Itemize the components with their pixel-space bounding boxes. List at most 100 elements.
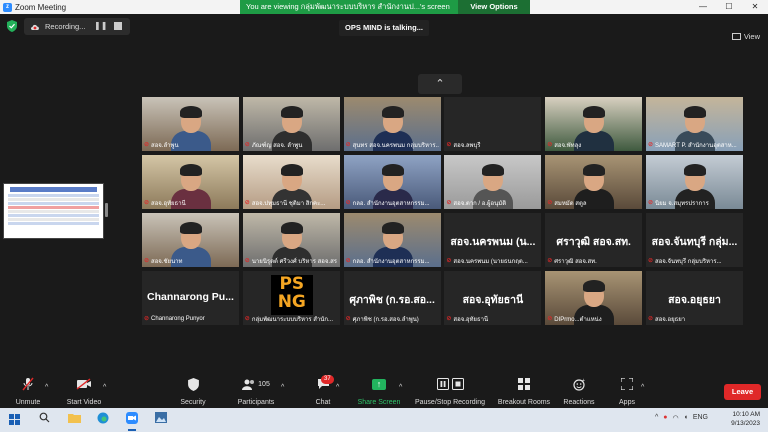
stop-recording-icon[interactable] — [114, 22, 122, 30]
security-button[interactable]: Security — [175, 376, 211, 406]
participant-tile[interactable]: ⊘ กลอ. สำนักงานอุตสาหกรรม... — [343, 155, 441, 209]
participant-tile[interactable]: PS NG ⊘ กลุ่มพัฒนาระบบบริหาร สำนัก... — [242, 271, 340, 325]
participant-tile[interactable]: ⊘ สมหมัด สตูล — [545, 155, 643, 209]
muted-mic-icon: ⊘ — [345, 258, 351, 264]
participant-name-label: ⊘ สมหมัด สตูล — [547, 198, 640, 207]
participant-tile[interactable]: ⊘ นิยม จ.สมุทรปราการ — [646, 155, 743, 209]
participant-name: ศุภาพิช (ก.รอ.สอจ.ลำพูน) — [352, 316, 419, 323]
participants-chevron-up-icon[interactable]: ^ — [281, 384, 284, 391]
muted-mic-icon: ⊘ — [345, 200, 351, 206]
participant-tile[interactable]: ⊘ กลอ. สำนักงานอุตสาหกรรม... — [343, 213, 441, 267]
participant-tile[interactable]: ⊘ สอจ.ตาก / อ.ผู้อนุมัติ — [444, 155, 542, 209]
language-indicator[interactable]: ENG — [693, 414, 708, 422]
muted-mic-icon: ⊘ — [547, 316, 553, 322]
pause-stop-recording-button[interactable]: Pause/Stop Recording — [412, 376, 488, 406]
apps-button[interactable]: Apps — [612, 376, 642, 406]
participant-tile[interactable]: ⊘ สอจ.ลพบุรี — [444, 97, 542, 151]
svg-text:+: + — [582, 378, 585, 384]
participant-name: SAMART P. สำนักงานอุตสาห... — [655, 142, 737, 149]
shared-doc-row — [8, 202, 99, 205]
participant-tile[interactable]: ⊘ สอจ.พัทลุง — [545, 97, 643, 151]
windows-start-icon[interactable] — [9, 414, 20, 425]
wifi-icon[interactable]: ◠ — [672, 414, 678, 422]
share-screen-icon: ↑ — [355, 376, 403, 392]
chat-chevron-up-icon[interactable]: ^ — [336, 384, 339, 391]
view-label: View — [743, 32, 760, 41]
breakout-rooms-button[interactable]: Breakout Rooms — [496, 376, 552, 406]
zoom-app-icon[interactable] — [124, 412, 140, 431]
participant-name-label: ⊘ สุนทร สอจ.นครพนม กลุ่มบริหาร... — [346, 140, 439, 149]
audio-options-chevron-up-icon[interactable]: ^ — [45, 384, 48, 391]
participant-figure-hair — [280, 164, 303, 176]
logo-line: NG — [277, 292, 306, 312]
participants-count: 105 — [258, 380, 270, 388]
participant-tile[interactable]: Channarong Pu... ⊘ Channarong Punyor — [142, 271, 239, 325]
volume-icon[interactable]: ◖ — [684, 414, 688, 422]
participant-display-name: ศุภาพิช (ก.รอ.สอ... — [349, 294, 435, 306]
participant-name: สอจ.อยุธยา — [655, 316, 686, 323]
leave-button[interactable]: Leave — [724, 384, 761, 400]
screen-share-banner: You are viewing กลุ่มพัฒนาระบบบริหาร สำน… — [240, 0, 530, 14]
view-options-button[interactable]: View Options — [458, 0, 530, 14]
minimize-button[interactable]: — — [690, 0, 716, 14]
thumbnail-resize-handle[interactable] — [105, 203, 108, 217]
shared-screen-thumbnail[interactable] — [3, 183, 104, 239]
muted-mic-icon: ⊘ — [345, 316, 351, 322]
participant-tile[interactable]: ศราวุฒิ สอจ.สท. ⊘ ศราวุฒิ สอจ.สท. — [545, 213, 643, 267]
participant-tile[interactable]: ⊘ DIPrmo...ตำแหน่ง — [545, 271, 643, 325]
participant-tile[interactable]: ⊘ สอจ.ชัยนาท — [142, 213, 239, 267]
muted-mic-icon: ⊘ — [547, 258, 553, 264]
participant-tile[interactable]: สอจ.อุทัยธานี ⊘ สอจ.อุทัยธานี — [444, 271, 542, 325]
start-video-button[interactable]: Start Video — [62, 376, 106, 406]
chat-button[interactable]: 37 Chat — [308, 375, 338, 406]
recording-label: Recording... — [45, 22, 86, 31]
participants-button[interactable]: 105 Participants — [235, 376, 277, 406]
participant-tile[interactable]: ⊘ สุนทร สอจ.นครพนม กลุ่มบริหาร... — [343, 97, 441, 151]
participant-tile[interactable]: ศุภาพิช (ก.รอ.สอ... ⊘ ศุภาพิช (ก.รอ.สอจ.ลำ… — [343, 271, 441, 325]
participant-display-name: สอจ.นครพนม (น... — [450, 236, 536, 248]
muted-mic-icon: ⊘ — [244, 200, 250, 206]
participant-name: สอจ.ชัยนาท — [151, 258, 183, 265]
shared-doc-row — [8, 198, 99, 201]
pause-recording-icon[interactable]: ❚❚ — [94, 21, 107, 30]
participant-tile[interactable]: สอจ.นครพนม (น... ⊘ สอจ.นครพนม (นายธนกฤต... — [444, 213, 542, 267]
share-options-chevron-up-icon[interactable]: ^ — [399, 384, 402, 391]
security-shield-icon[interactable] — [7, 20, 17, 32]
muted-mic-icon: ⊘ — [144, 142, 150, 148]
participant-name-label: ⊘ สอจ.ลำพูน — [144, 140, 237, 149]
view-button[interactable]: View — [731, 32, 760, 41]
video-options-chevron-up-icon[interactable]: ^ — [103, 384, 106, 391]
participant-tile[interactable]: ⊘ สอจ.อุทัยธานี — [142, 155, 239, 209]
window-controls: — ☐ ✕ — [690, 0, 768, 14]
participant-tile[interactable]: ⊘ สอจ.ปทุมธานี ชุติมา สิกคะ... — [242, 155, 340, 209]
tray-chevron-up-icon[interactable]: ^ — [655, 414, 658, 422]
shared-doc-row — [8, 206, 99, 209]
participant-tile[interactable]: ⊘ SAMART P. สำนักงานอุตสาห... — [646, 97, 743, 151]
tray-app-red-icon[interactable]: ● — [663, 414, 667, 422]
unmute-button[interactable]: Unmute — [10, 376, 46, 406]
file-explorer-folder-icon[interactable] — [66, 412, 82, 428]
muted-mic-icon: ⊘ — [648, 258, 654, 264]
participant-figure-hair — [381, 106, 404, 118]
share-screen-button[interactable]: ↑ Share Screen — [355, 376, 403, 406]
maximize-button[interactable]: ☐ — [716, 0, 742, 14]
participant-tile[interactable]: สอจ.อยุธยา ⊘ สอจ.อยุธยา — [646, 271, 743, 325]
participant-name: กลอ. สำนักงานอุตสาหกรรม... — [352, 258, 430, 265]
participant-name-label: ⊘ สอจ.ชัยนาท — [144, 256, 237, 265]
taskbar-clock[interactable]: 10:10 AM 9/13/2023 — [731, 410, 760, 428]
participant-tile[interactable]: ⊘ สอจ.ลำพูน — [142, 97, 239, 151]
edge-browser-icon[interactable] — [95, 412, 111, 428]
participant-tile[interactable]: สอจ.จันทบุรี กลุ่ม... ⊘ สอจ.จันทบุรี กลุ่ม… — [646, 213, 743, 267]
apps-chevron-up-icon[interactable]: ^ — [641, 384, 644, 391]
participant-figure-hair — [381, 164, 404, 176]
participant-tile[interactable]: ⊘ นายนิรุตต์ ศรีวงศ์ บริหาร สอจ.สร — [242, 213, 340, 267]
participant-display-name: ศราวุฒิ สอจ.สท. — [556, 236, 631, 248]
participant-name-label: ⊘ กลุ่มพัฒนาระบบบริหาร สำนัก... — [245, 314, 338, 323]
previous-page-chevron-up-icon[interactable]: ⌃ — [418, 74, 462, 94]
close-button[interactable]: ✕ — [742, 0, 768, 14]
reactions-button[interactable]: + Reactions — [561, 376, 597, 407]
photos-app-icon[interactable] — [153, 412, 169, 428]
muted-mic-icon: ⊘ — [446, 200, 452, 206]
search-icon[interactable] — [36, 412, 52, 428]
participant-tile[interactable]: ⊘ ภัณฑ์ญ สอจ. ลำพูน — [242, 97, 340, 151]
